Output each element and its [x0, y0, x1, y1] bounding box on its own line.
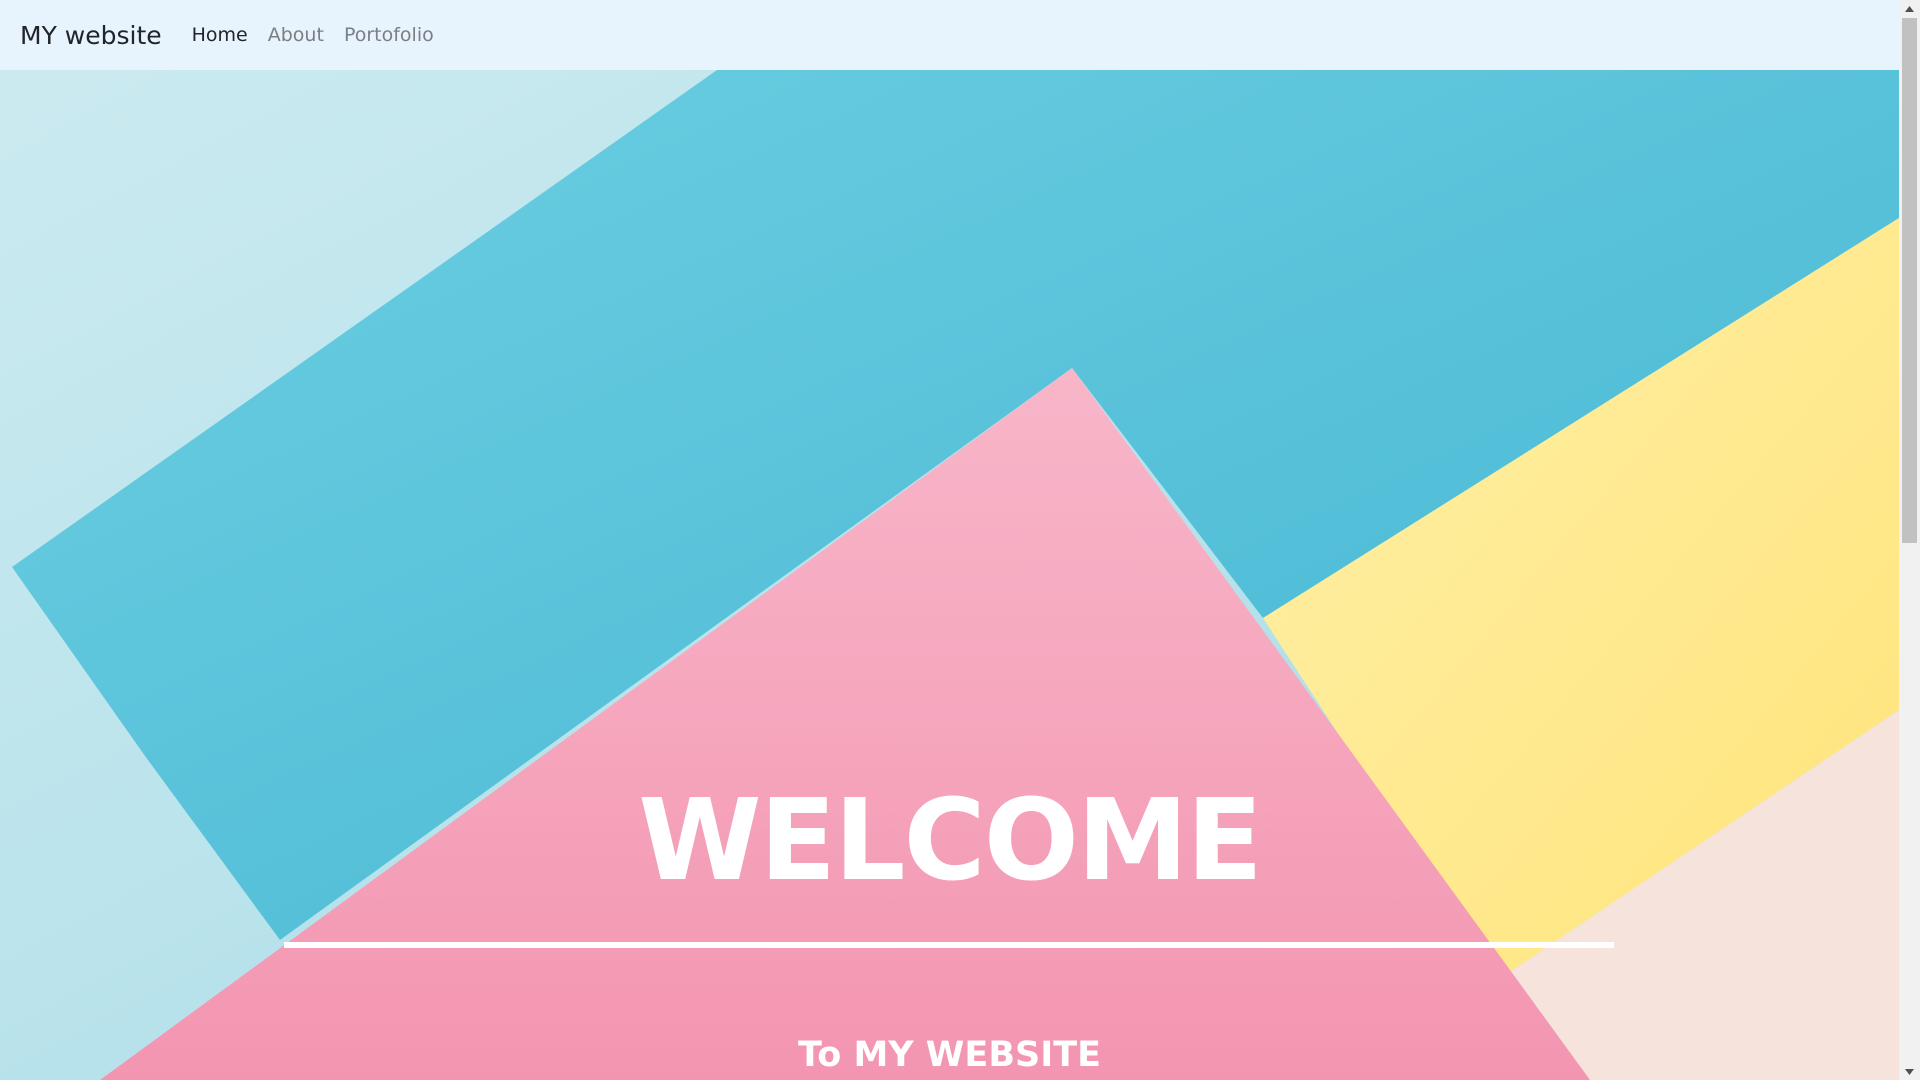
triangle-down-icon — [1905, 1068, 1914, 1075]
scrollbar-thumb[interactable] — [1902, 18, 1917, 543]
nav-link-home[interactable]: Home — [192, 24, 248, 46]
brand-link[interactable]: MY website — [20, 21, 162, 50]
navbar: MY website Home About Portofolio — [0, 0, 1899, 70]
hero-background-image — [0, 70, 1899, 1080]
scroll-down-button[interactable] — [1899, 1063, 1920, 1080]
hero-section: WELCOME To MY WEBSITE — [0, 70, 1899, 1080]
vertical-scrollbar[interactable] — [1899, 0, 1920, 1080]
page: MY website Home About Portofolio WELCOME… — [0, 0, 1920, 1080]
hero-divider — [284, 942, 1614, 948]
triangle-up-icon — [1905, 5, 1914, 12]
scroll-up-button[interactable] — [1899, 0, 1920, 17]
nav-link-about[interactable]: About — [268, 24, 324, 46]
hero-subtitle: To MY WEBSITE — [797, 1035, 1102, 1075]
nav-links: Home About Portofolio — [192, 24, 434, 46]
hero-title: WELCOME — [638, 776, 1263, 906]
nav-link-portofolio[interactable]: Portofolio — [344, 24, 434, 46]
